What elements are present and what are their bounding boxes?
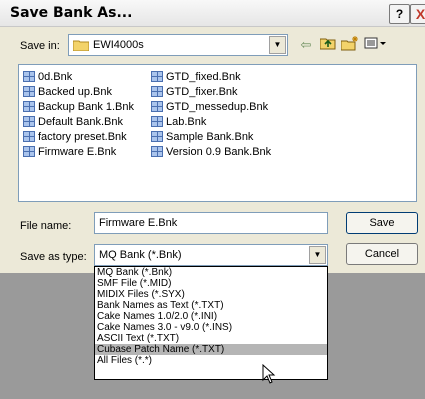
new-folder-glyph [340, 36, 358, 51]
up-folder-glyph [319, 38, 336, 50]
chevron-down-icon[interactable]: ▼ [309, 246, 326, 264]
file-item[interactable]: Default Bank.Bnk [23, 114, 134, 129]
bank-file-icon [151, 86, 163, 97]
bank-file-icon [151, 131, 163, 142]
file-label: Default Bank.Bnk [38, 115, 123, 128]
dialog-title: Save Bank As... [10, 5, 133, 21]
type-option[interactable]: MIDIX Files (*.SYX) [95, 289, 327, 300]
new-folder-icon[interactable] [340, 36, 360, 54]
file-item[interactable]: Backed up.Bnk [23, 84, 134, 99]
type-option-highlighted[interactable]: Cubase Patch Name (*.TXT) [95, 344, 327, 355]
views-glyph [364, 37, 386, 49]
file-item[interactable]: Firmware E.Bnk [23, 144, 134, 159]
type-option[interactable]: SMF File (*.MID) [95, 278, 327, 289]
file-list[interactable]: 0d.Bnk Backed up.Bnk Backup Bank 1.Bnk D… [18, 64, 417, 202]
file-item[interactable]: Lab.Bnk [151, 114, 271, 129]
file-item[interactable]: Sample Bank.Bnk [151, 129, 271, 144]
save-bank-dialog: Save Bank As... ? X Save in: EWI4000s ▼ … [0, 0, 425, 273]
file-item[interactable]: factory preset.Bnk [23, 129, 134, 144]
type-option[interactable]: ASCII Text (*.TXT) [95, 333, 327, 344]
file-column-left: 0d.Bnk Backed up.Bnk Backup Bank 1.Bnk D… [23, 69, 134, 159]
file-item[interactable]: GTD_fixed.Bnk [151, 69, 271, 84]
title-bar[interactable]: Save Bank As... ? X [0, 0, 425, 27]
save-as-type-dropdown[interactable]: MQ Bank (*.Bnk) ▼ [94, 244, 328, 266]
file-name-label: File name: [20, 220, 72, 232]
file-label: 0d.Bnk [38, 70, 73, 83]
views-menu-icon[interactable] [362, 36, 390, 54]
file-label: Backup Bank 1.Bnk [38, 100, 135, 113]
cancel-button[interactable]: Cancel [346, 243, 418, 265]
bank-file-icon [151, 101, 163, 112]
bank-file-icon [23, 101, 35, 112]
save-in-dropdown[interactable]: EWI4000s ▼ [68, 34, 288, 56]
save-as-type-value: MQ Bank (*.Bnk) [99, 249, 182, 261]
bank-file-icon [151, 71, 163, 82]
file-column-right: GTD_fixed.Bnk GTD_fixer.Bnk GTD_messedup… [151, 69, 271, 159]
file-label: Lab.Bnk [166, 115, 207, 128]
type-option[interactable]: MQ Bank (*.Bnk) [95, 267, 327, 278]
folder-icon [73, 40, 89, 51]
save-in-label: Save in: [20, 40, 60, 52]
bank-file-icon [23, 146, 35, 157]
up-folder-icon[interactable] [318, 36, 338, 54]
file-item[interactable]: 0d.Bnk [23, 69, 134, 84]
save-as-type-options[interactable]: MQ Bank (*.Bnk) SMF File (*.MID) MIDIX F… [94, 266, 328, 380]
back-arrow-icon[interactable]: ⇦ [296, 36, 316, 54]
bank-file-icon [23, 86, 35, 97]
file-label: GTD_fixed.Bnk [166, 70, 241, 83]
file-label: GTD_fixer.Bnk [166, 85, 238, 98]
bank-file-icon [23, 116, 35, 127]
file-label: Firmware E.Bnk [38, 145, 117, 158]
save-button[interactable]: Save [346, 212, 418, 234]
file-item[interactable]: Backup Bank 1.Bnk [23, 99, 134, 114]
file-item[interactable]: GTD_fixer.Bnk [151, 84, 271, 99]
file-name-input[interactable]: Firmware E.Bnk [94, 212, 328, 234]
bank-file-icon [151, 116, 163, 127]
help-button[interactable]: ? [389, 4, 410, 24]
mouse-cursor-icon [262, 364, 276, 384]
bank-file-icon [23, 71, 35, 82]
bank-file-icon [151, 146, 163, 157]
file-label: Sample Bank.Bnk [166, 130, 254, 143]
file-label: Backed up.Bnk [38, 85, 112, 98]
type-option[interactable]: All Files (*.*) [95, 355, 327, 366]
type-option[interactable]: Cake Names 1.0/2.0 (*.INI) [95, 311, 327, 322]
file-item[interactable]: GTD_messedup.Bnk [151, 99, 271, 114]
file-label: factory preset.Bnk [38, 130, 127, 143]
file-item[interactable]: Version 0.9 Bank.Bnk [151, 144, 271, 159]
chevron-down-icon[interactable]: ▼ [269, 36, 286, 54]
type-option[interactable]: Cake Names 3.0 - v9.0 (*.INS) [95, 322, 327, 333]
save-as-type-label: Save as type: [20, 251, 87, 263]
bank-file-icon [23, 131, 35, 142]
file-label: Version 0.9 Bank.Bnk [166, 145, 272, 158]
type-option[interactable]: Bank Names as Text (*.TXT) [95, 300, 327, 311]
save-in-value: EWI4000s [93, 39, 144, 51]
close-button[interactable]: X [410, 4, 425, 24]
file-label: GTD_messedup.Bnk [166, 100, 269, 113]
